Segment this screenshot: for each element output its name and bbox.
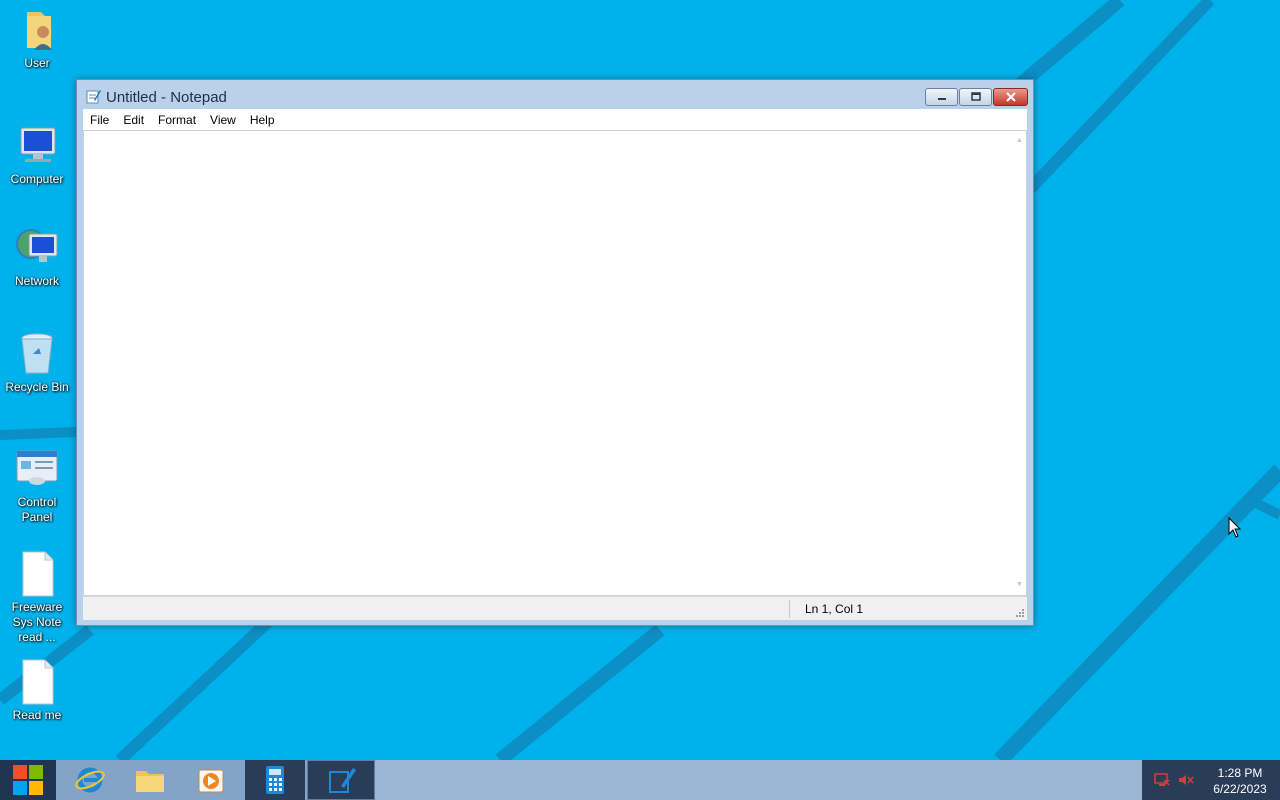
desktop-icon-label: Read me [12, 708, 62, 722]
calculator-button[interactable] [245, 760, 305, 800]
desktop-icon-label: Freeware Sys Note read ... [11, 600, 63, 644]
network-status-icon[interactable] [1154, 772, 1170, 788]
notepad-icon [86, 90, 101, 104]
user-folder-icon [27, 12, 52, 50]
network-icon [16, 229, 58, 262]
window-titlebar[interactable]: Untitled - Notepad [77, 80, 1033, 108]
clock-date[interactable]: 6/22/2023 [1204, 782, 1276, 796]
mouse-cursor-icon [1228, 517, 1242, 538]
status-divider [789, 600, 790, 618]
text-file-icon [22, 551, 54, 597]
cursor-position-status: Ln 1, Col 1 [805, 602, 864, 616]
menu-edit[interactable]: Edit [116, 110, 151, 130]
desktop-icon-label: User [24, 56, 50, 70]
menu-bar: File Edit Format View Help [83, 109, 1027, 130]
desktop-icon-label: Control Panel [17, 495, 57, 524]
menu-view[interactable]: View [203, 110, 243, 130]
minimize-icon [937, 98, 946, 100]
desktop-icon-user[interactable]: User [0, 6, 74, 71]
close-icon [1005, 92, 1016, 102]
text-editor-area: ▲ ▼ [83, 130, 1027, 596]
status-bar: Ln 1, Col 1 [83, 596, 1027, 620]
vertical-scrollbar[interactable]: ▲ ▼ [1012, 131, 1026, 595]
media-player-button[interactable] [182, 760, 242, 800]
internet-explorer-icon [75, 767, 105, 793]
desktop-icon-network[interactable]: Network [0, 224, 74, 289]
start-button[interactable] [0, 760, 56, 800]
calculator-icon [266, 766, 284, 794]
close-button[interactable] [993, 88, 1028, 106]
desktop-icon-control-panel[interactable]: Control Panel [0, 445, 74, 525]
volume-muted-icon[interactable] [1178, 772, 1194, 788]
scroll-up-icon[interactable]: ▲ [1016, 137, 1023, 144]
menu-file[interactable]: File [83, 110, 116, 130]
notepad-taskbar-button[interactable] [307, 760, 375, 800]
desktop-icon-computer[interactable]: Computer [0, 122, 74, 187]
system-tray: 1:28 PM 6/22/2023 [1142, 760, 1280, 800]
control-panel-icon [16, 450, 58, 485]
taskbar: 1:28 PM 6/22/2023 [0, 760, 1280, 800]
maximize-icon [970, 92, 981, 101]
menu-format[interactable]: Format [151, 110, 203, 130]
text-editor[interactable] [84, 131, 1012, 595]
clock-time[interactable]: 1:28 PM [1204, 766, 1276, 780]
file-explorer-button[interactable] [120, 760, 180, 800]
recycle-bin-icon [21, 333, 53, 374]
minimize-button[interactable] [925, 88, 958, 106]
media-player-icon [198, 769, 224, 793]
notepad-window[interactable]: Untitled - Notepad File Edit Format View… [76, 79, 1034, 626]
resize-grip-icon[interactable] [1015, 608, 1025, 618]
desktop-icon-label: Recycle Bin [5, 380, 69, 394]
desktop-icon-recycle-bin[interactable]: Recycle Bin [0, 330, 74, 395]
desktop-icon-label: Computer [10, 172, 64, 186]
scroll-down-icon[interactable]: ▼ [1016, 581, 1023, 588]
folder-icon [136, 771, 164, 792]
windows-logo-icon [13, 765, 43, 795]
internet-explorer-button[interactable] [60, 760, 120, 800]
text-file-icon [22, 659, 54, 705]
window-title: Untitled - Notepad [106, 89, 227, 106]
computer-icon [20, 127, 56, 162]
desktop-icon-label: Network [14, 274, 59, 288]
desktop-icon-freeware-note[interactable]: Freeware Sys Note read ... [0, 550, 74, 645]
notepad-icon [329, 768, 356, 793]
menu-help[interactable]: Help [243, 110, 282, 130]
maximize-button[interactable] [959, 88, 992, 106]
desktop-icon-read-me[interactable]: Read me [0, 658, 74, 723]
